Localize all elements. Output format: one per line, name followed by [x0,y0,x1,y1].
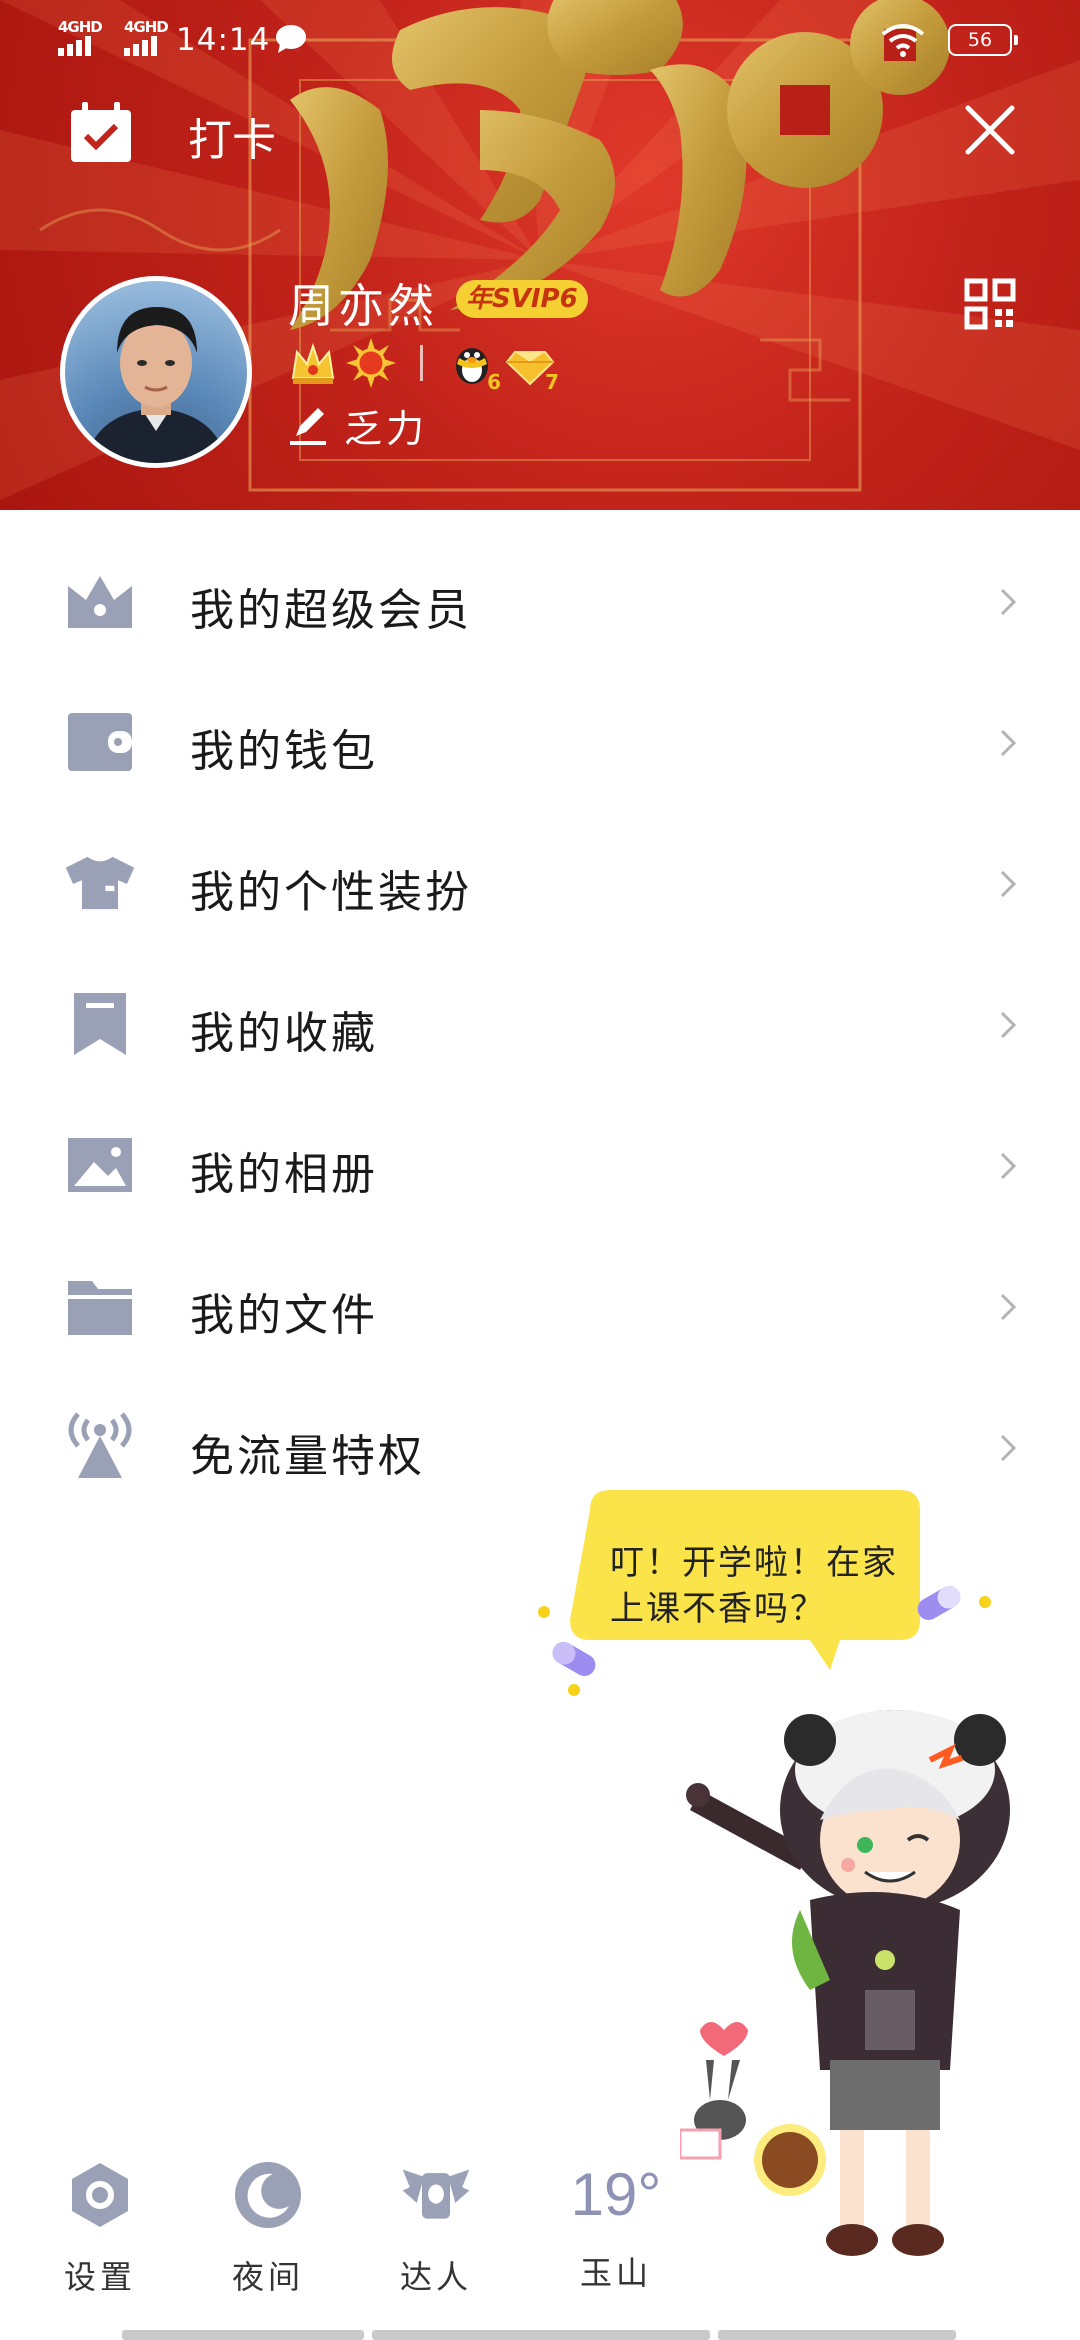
signature-text: 乏力 [344,398,428,453]
menu-item-wallet[interactable]: 我的钱包 [0,671,1080,812]
settings-button[interactable]: 设置 [30,2160,170,2298]
home-indicator-segment [122,2330,364,2340]
photo-album-icon [64,1134,136,1196]
tshirt-icon [64,852,136,914]
crown-icon [64,570,136,632]
cellular-signal-icon: 4GHD [58,18,110,58]
status-bar: 4GHD 4GHD 14:14 56 [0,0,1080,80]
edit-pencil-icon [288,406,328,446]
moon-icon [233,2160,303,2230]
menu-item-label: 我的相册 [190,1138,378,1202]
menu-item-album[interactable]: 我的相册 [0,1094,1080,1235]
qr-code-icon[interactable] [964,278,1016,330]
diamond-badge-count: 7 [545,370,559,394]
settings-label: 设置 [30,2252,170,2298]
badge-divider [420,345,423,381]
bubble-message: 叮！开学啦！在家上课不香吗？ [610,1540,910,1632]
chevron-right-icon [998,1150,1018,1182]
weather-widget[interactable]: 19° 玉山 [546,2160,686,2294]
signature-row[interactable]: 乏力 [288,398,428,453]
diamond-badge: 7 [505,338,555,388]
weather-city: 玉山 [546,2248,686,2294]
penguin-badge: 6 [447,338,497,388]
menu-item-label: 免流量特权 [190,1420,425,1484]
weather-temperature: 19° [546,2160,686,2230]
calendar-check-icon[interactable] [68,100,134,164]
penguin-badge-count: 6 [487,370,501,394]
sun-badge-icon [346,338,396,388]
bottom-bar: 设置 夜间 达人 19° 玉山 [0,2160,1080,2340]
close-icon[interactable] [960,100,1020,160]
home-indicator-segment [718,2330,956,2340]
speech-bubble[interactable]: 叮！开学啦！在家上课不香吗？ [530,1490,1010,1720]
username: 周亦然 [288,270,438,336]
menu-item-super-vip[interactable]: 我的超级会员 [0,530,1080,671]
night-mode-button[interactable]: 夜间 [198,2160,338,2298]
cellular-signal-icon-2: 4GHD [124,18,176,58]
broadcast-icon [64,1406,136,1482]
wifi-icon [880,22,926,58]
menu-item-personal-dressup[interactable]: 我的个性装扮 [0,812,1080,953]
chevron-right-icon [998,586,1018,618]
chat-notification-icon [274,24,308,54]
menu-item-label: 我的文件 [190,1279,378,1343]
menu-item-label: 我的超级会员 [190,574,472,638]
folder-icon [64,1275,136,1337]
profile-header: 4GHD 4GHD 14:14 56 打卡 [0,0,1080,510]
bookmark-icon [64,993,136,1055]
chevron-right-icon [998,1291,1018,1323]
expert-button[interactable]: 达人 [366,2160,506,2298]
avatar[interactable] [60,276,252,468]
svip-badge[interactable]: 年SVIP6 [456,280,588,318]
checkin-label[interactable]: 打卡 [188,104,276,168]
crown-badge-icon [288,338,338,388]
chevron-right-icon [998,868,1018,900]
home-indicator-segment [372,2330,710,2340]
menu-item-label: 我的个性装扮 [190,856,472,920]
menu-item-favorites[interactable]: 我的收藏 [0,953,1080,1094]
winged-badge-icon [401,2160,471,2230]
night-mode-label: 夜间 [198,2252,338,2298]
avatar-portrait [65,281,247,463]
status-time: 14:14 [176,22,270,58]
wallet-icon [64,711,136,773]
menu-item-label: 我的收藏 [190,997,378,1061]
battery-indicator: 56 [948,24,1012,56]
chevron-right-icon [998,1432,1018,1464]
menu-item-label: 我的钱包 [190,715,378,779]
expert-label: 达人 [366,2252,506,2298]
menu-item-files[interactable]: 我的文件 [0,1235,1080,1376]
chevron-right-icon [998,727,1018,759]
chevron-right-icon [998,1009,1018,1041]
level-badges[interactable]: 6 7 [288,338,555,388]
settings-hexagon-icon [65,2160,135,2230]
menu-list: 我的超级会员 我的钱包 我的个性装扮 我的收藏 [0,530,1080,1517]
